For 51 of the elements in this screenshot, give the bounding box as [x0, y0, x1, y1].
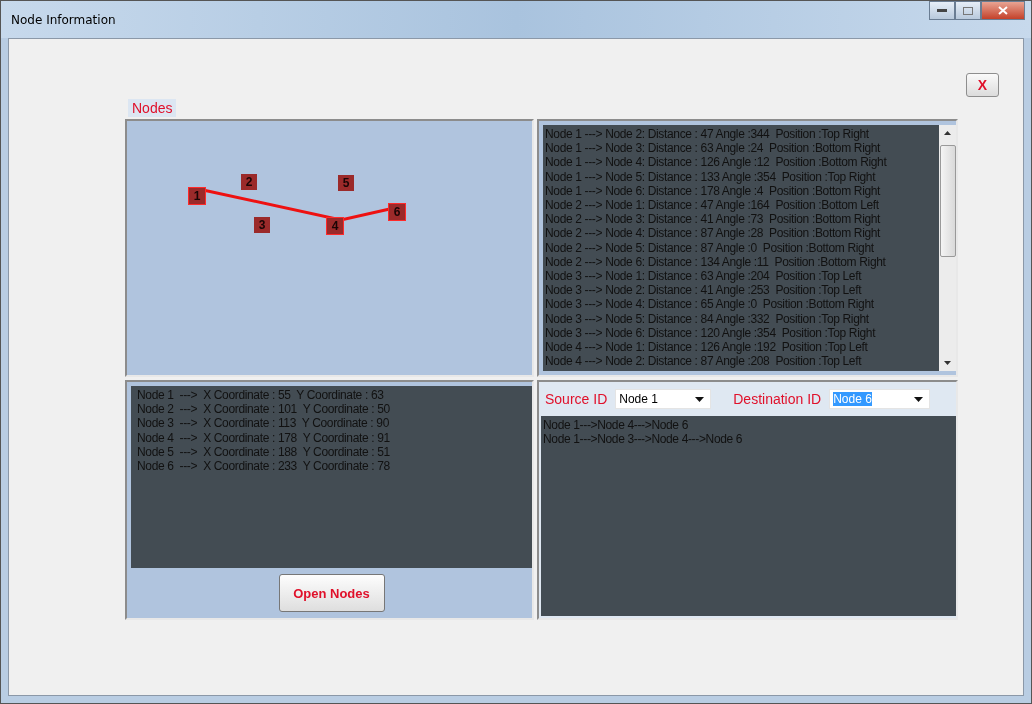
list-line: Node 1--->Node 3--->Node 4--->Node 6: [543, 432, 744, 447]
maximize-icon[interactable]: [963, 6, 973, 15]
scrollbar[interactable]: [939, 125, 956, 371]
maximize-button[interactable]: [955, 1, 981, 20]
list-line: Node 1--->Node 4--->Node 6: [543, 418, 689, 433]
dropdown-arrow-icon: [695, 396, 705, 402]
source-dropdown[interactable]: Node 1: [615, 389, 712, 409]
list-line: Node 2 ---> Node 1: Distance : 47 Angle :164 Position :Bottom Left: [545, 198, 880, 213]
list-line: Node 3 ---> X Coordinate : 113 Y Coordinate : 90: [137, 416, 390, 431]
list-line: Node 3 ---> Node 2: Distance : 41 Angle :253 Position :Top Left: [545, 283, 863, 298]
list-line: Node 1 ---> Node 3: Distance : 63 Angle :24 Position :Bottom Right: [545, 141, 882, 156]
list-line: Node 1 ---> Node 6: Distance : 178 Angle :4 Position :Bottom Right: [545, 183, 882, 198]
list-line: Node 3 ---> Node 5: Distance : 84 Angle :332 Position :Top Right: [545, 311, 870, 326]
scroll-down-icon[interactable]: [944, 361, 951, 365]
list-line: Node 3 ---> Node 1: Distance : 63 Angle :204 Position :Top Left: [545, 269, 863, 284]
source-label: Source ID: [545, 391, 608, 407]
close-icon[interactable]: [998, 6, 1008, 15]
list-line: Node 3 ---> Node 6: Distance : 120 Angle :354 Position :Top Right: [545, 325, 877, 341]
list-line: Node 2 ---> Node 6: Distance : 134 Angle :11 Position :Bottom Right: [545, 254, 887, 270]
node-marker: 1: [189, 188, 205, 204]
list-line: Node 3 ---> Node 4: Distance : 65 Angle :0 Position :Bottom Right: [545, 297, 875, 312]
list-line: Node 1 ---> X Coordinate : 55 Y Coordinate : 63: [137, 388, 385, 403]
list-line: Node 2 ---> Node 3: Distance : 41 Angle :73 Position :Bottom Right: [545, 212, 882, 227]
list-line: Node 4 ---> X Coordinate : 178 Y Coordinate : 91: [137, 430, 391, 445]
minimize-button[interactable]: [929, 1, 955, 20]
list-line: Node 1 ---> Node 5: Distance : 133 Angle :354 Position :Top Right: [545, 169, 877, 184]
list-line: Node 4 ---> Node 2: Distance : 87 Angle :208 Position :Top Left: [545, 354, 863, 369]
list-line: Node 2 ---> Node 4: Distance : 87 Angle :28 Position :Bottom Right: [545, 226, 882, 241]
list-line: Node 2 ---> X Coordinate : 101 Y Coordinate : 50: [137, 402, 391, 417]
minimize-icon[interactable]: [937, 8, 947, 13]
destination-label: Destination ID: [733, 391, 822, 407]
node-marker: 4: [327, 218, 343, 234]
list-line: Node 6 ---> X Coordinate : 233 Y Coordinate : 78: [137, 459, 391, 474]
scroll-up-icon[interactable]: [944, 131, 951, 135]
nodes-label: Nodes: [128, 99, 177, 117]
node-marker: 5: [338, 175, 354, 191]
close-form-button[interactable]: X: [966, 73, 999, 97]
node-marker: 6: [389, 204, 405, 220]
window-title: Node Information: [11, 13, 116, 27]
node-marker: 2: [241, 174, 257, 190]
open-nodes-button[interactable]: Open Nodes: [278, 574, 385, 612]
list-line: Node 4 ---> Node 1: Distance : 126 Angle :192 Position :Top Left: [545, 340, 869, 355]
scroll-thumb[interactable]: [939, 145, 956, 257]
node-marker: 3: [254, 217, 270, 233]
dropdown-arrow-icon: [914, 396, 924, 402]
list-line: Node 5 ---> X Coordinate : 188 Y Coordinate : 51: [137, 444, 391, 459]
list-line: Node 2 ---> Node 5: Distance : 87 Angle :0 Position :Bottom Right: [545, 240, 875, 255]
close-button[interactable]: [981, 1, 1025, 20]
list-line: Node 1 ---> Node 4: Distance : 126 Angle :12 Position :Bottom Right: [545, 155, 888, 170]
destination-dropdown[interactable]: Node 6: [829, 389, 931, 409]
list-line: Node 1 ---> Node 2: Distance : 47 Angle :344 Position :Top Right: [545, 127, 870, 142]
